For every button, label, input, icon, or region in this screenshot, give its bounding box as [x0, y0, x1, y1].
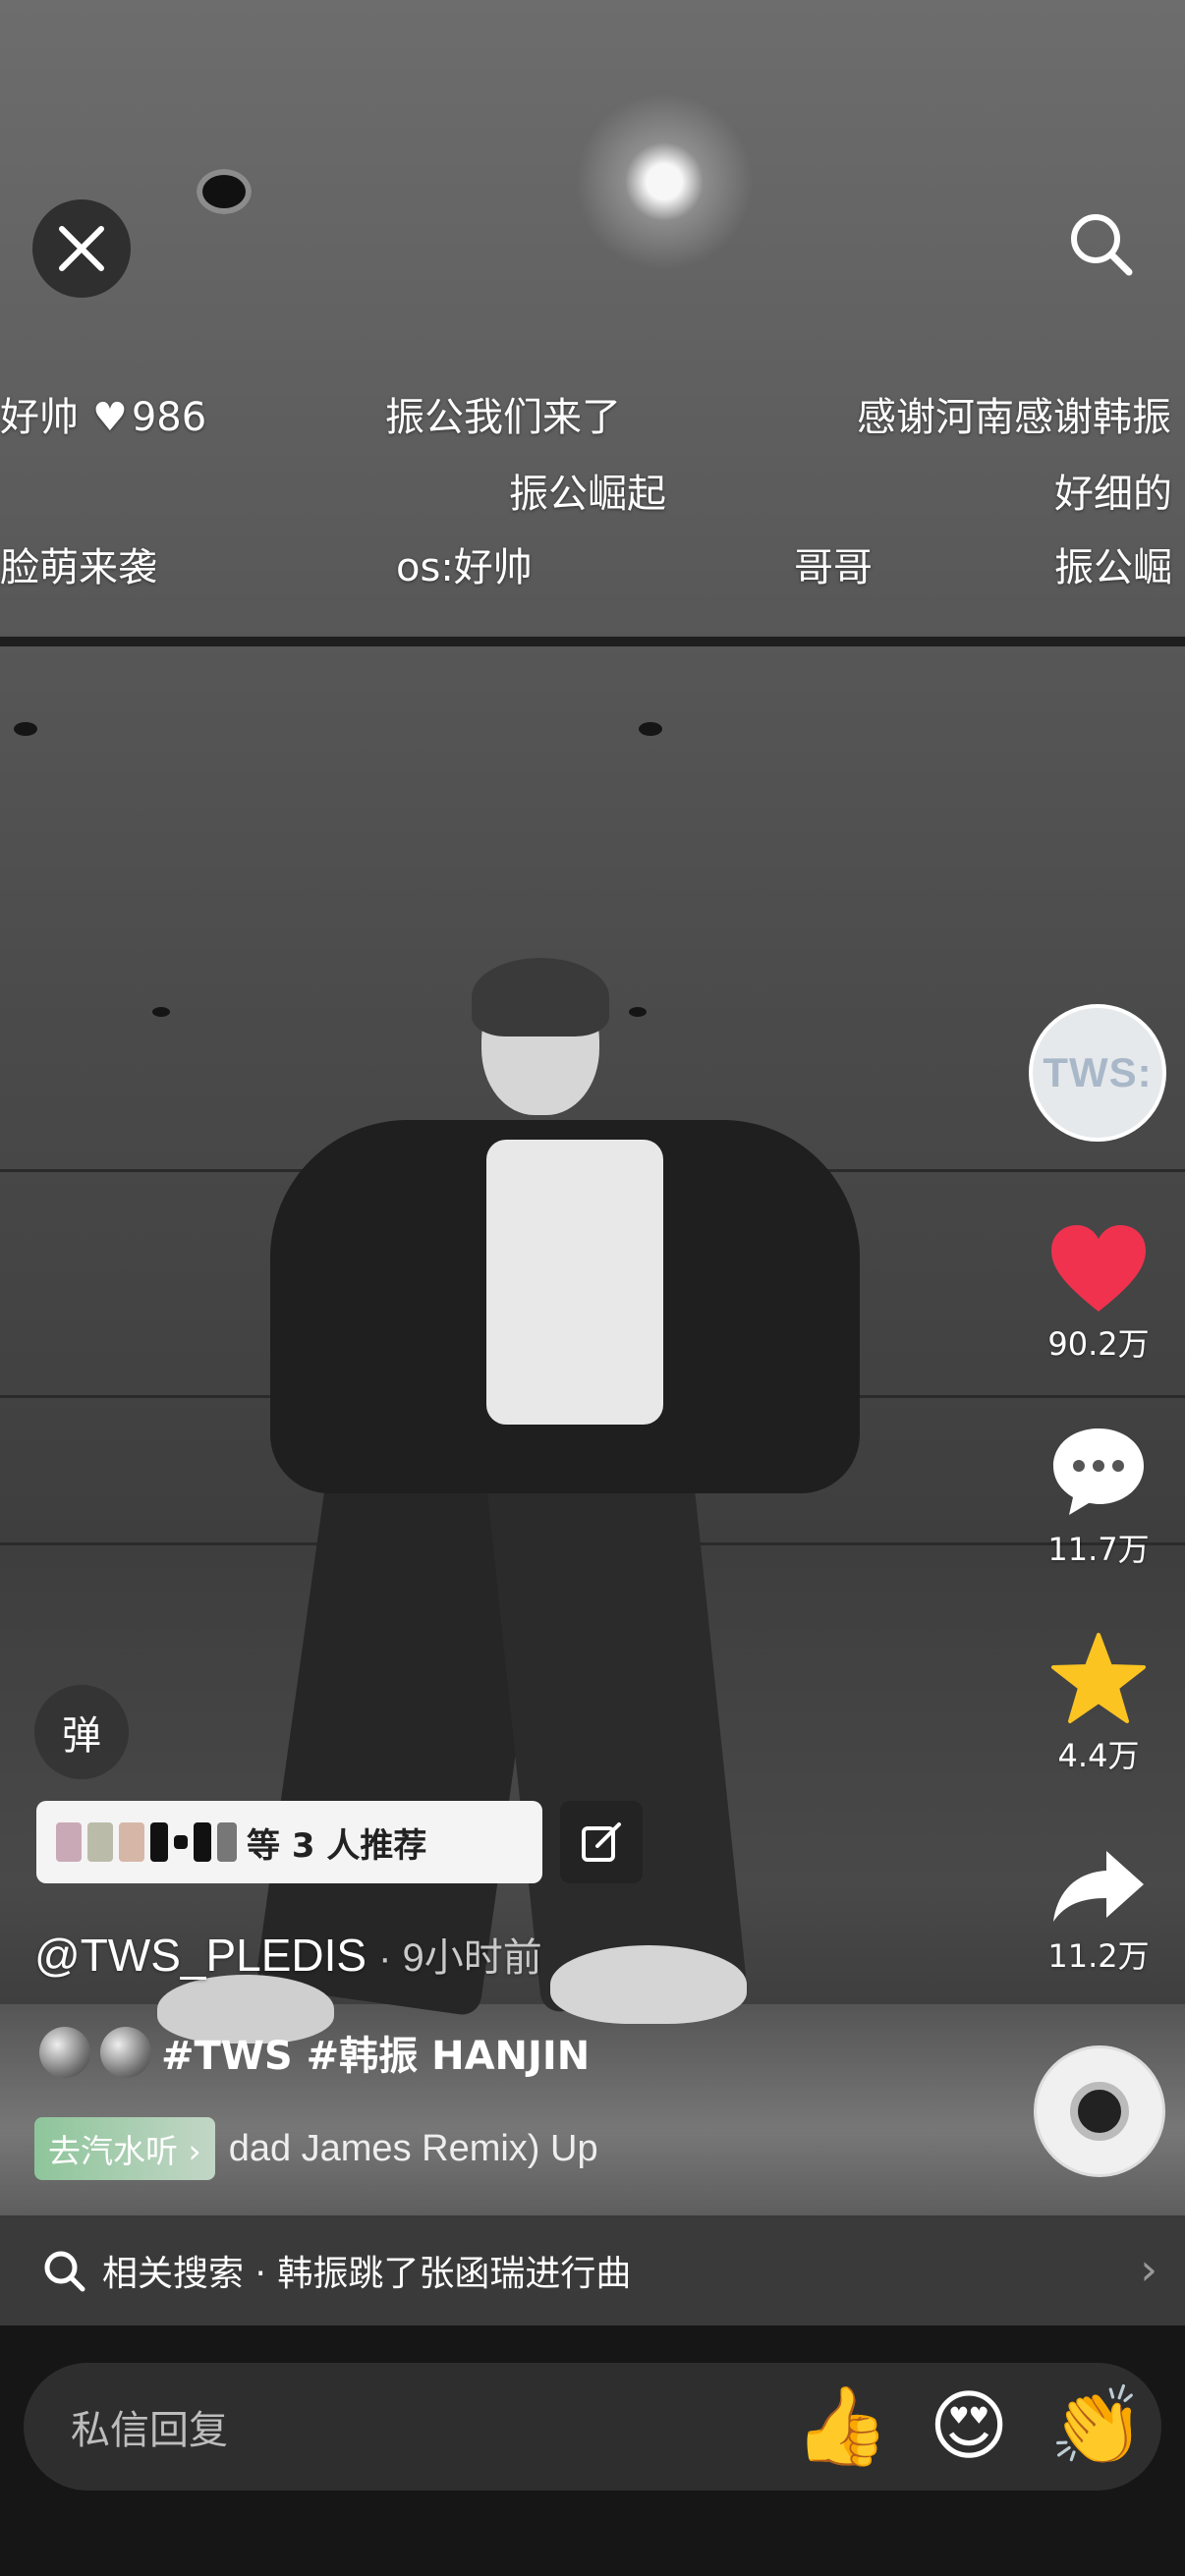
- danmaku-comment: 感谢河南感谢韩振: [857, 395, 1171, 440]
- ceiling-beam: [0, 637, 1185, 646]
- heart-icon: ♥: [92, 395, 128, 440]
- dancer-hair: [472, 958, 609, 1036]
- comment-icon: [1053, 1428, 1144, 1515]
- danmaku-comment: 好细的: [1054, 472, 1172, 517]
- danmaku-comment: 振公崛起: [509, 472, 666, 517]
- author-row[interactable]: @TWS_PLEDIS · 9小时前: [34, 1926, 542, 1983]
- comment-button[interactable]: 11.7万: [1022, 1425, 1175, 1570]
- ceiling-light: [629, 1007, 647, 1017]
- post-time: · 9小时前: [378, 1936, 542, 1980]
- heart-eyes-emoji-button[interactable]: 😍: [922, 2380, 1016, 2474]
- search-button[interactable]: [1061, 204, 1140, 283]
- author-avatar[interactable]: TWS:: [1029, 1004, 1166, 1142]
- like-count: 90.2万: [1047, 1325, 1150, 1363]
- recommend-bar[interactable]: 等 3 人推荐: [36, 1801, 542, 1883]
- music-title[interactable]: dad James Remix) Up: [229, 2128, 799, 2170]
- search-icon: [1071, 214, 1133, 276]
- recommend-text: 等 3 人推荐: [247, 1825, 427, 1866]
- ceiling-light: [639, 722, 662, 736]
- share-button[interactable]: 11.2万: [1022, 1847, 1175, 1977]
- like-button[interactable]: 90.2万: [1022, 1223, 1175, 1365]
- danmaku-comment: os:好帅: [396, 545, 533, 590]
- disco-ball-icon: [100, 2027, 151, 2078]
- dancer-leg: [480, 1405, 748, 2014]
- dancer-shirt: [486, 1140, 663, 1425]
- music-app-tag[interactable]: 去汽水听 ›: [34, 2117, 215, 2180]
- dancer-shoe: [550, 1945, 747, 2024]
- clapping-emoji-button[interactable]: 👏: [1049, 2380, 1145, 2474]
- disco-ball-icon: [39, 2027, 90, 2078]
- danmaku-comment: 振公崛: [1054, 545, 1172, 590]
- video-caption[interactable]: #TWS #韩振 HANJIN: [39, 2024, 590, 2081]
- danmaku-comment: 好帅 ♥ 986: [0, 395, 207, 440]
- edit-icon: [582, 1822, 621, 1862]
- share-arrow-icon: [1053, 1851, 1144, 1922]
- ceiling-spotlight: [197, 169, 252, 214]
- vinyl-icon: [1070, 2082, 1129, 2141]
- related-search-bar[interactable]: 相关搜索 · 韩振跳了张函瑞进行曲 ›: [0, 2215, 1185, 2325]
- favorite-button[interactable]: 4.4万: [1022, 1631, 1175, 1776]
- search-icon: [44, 2251, 85, 2292]
- close-icon: [59, 226, 104, 271]
- danmaku-toggle-button[interactable]: 弹: [34, 1685, 129, 1779]
- share-count: 11.2万: [1047, 1937, 1150, 1975]
- author-name[interactable]: @TWS_PLEDIS: [34, 1930, 367, 1981]
- recommender-avatars: [56, 1822, 243, 1862]
- thumbs-up-emoji-button[interactable]: 👍: [794, 2380, 889, 2474]
- danmaku-comment: 脸萌来袭: [0, 545, 157, 590]
- danmaku-comment: 哥哥: [794, 545, 873, 590]
- ceiling-light: [14, 722, 37, 736]
- comment-count: 11.7万: [1047, 1531, 1150, 1568]
- star-icon: [1051, 1633, 1146, 1723]
- related-search-text: 相关搜索 · 韩振跳了张函瑞进行曲: [102, 2254, 632, 2294]
- edit-button[interactable]: [560, 1801, 643, 1883]
- chevron-right-icon: ›: [1140, 2245, 1157, 2295]
- danmaku-comment: 振公我们来了: [385, 395, 621, 440]
- music-row[interactable]: 去汽水听 › dad James Remix) Up: [34, 2117, 799, 2180]
- music-disc[interactable]: [1034, 2045, 1165, 2177]
- caption-text[interactable]: #TWS #韩振 HANJIN: [161, 2024, 590, 2081]
- heart-icon: [1051, 1225, 1146, 1312]
- favorite-count: 4.4万: [1057, 1737, 1140, 1774]
- ceiling-light: [152, 1007, 170, 1017]
- close-button[interactable]: [32, 199, 131, 298]
- reply-placeholder: 私信回复: [71, 2408, 228, 2453]
